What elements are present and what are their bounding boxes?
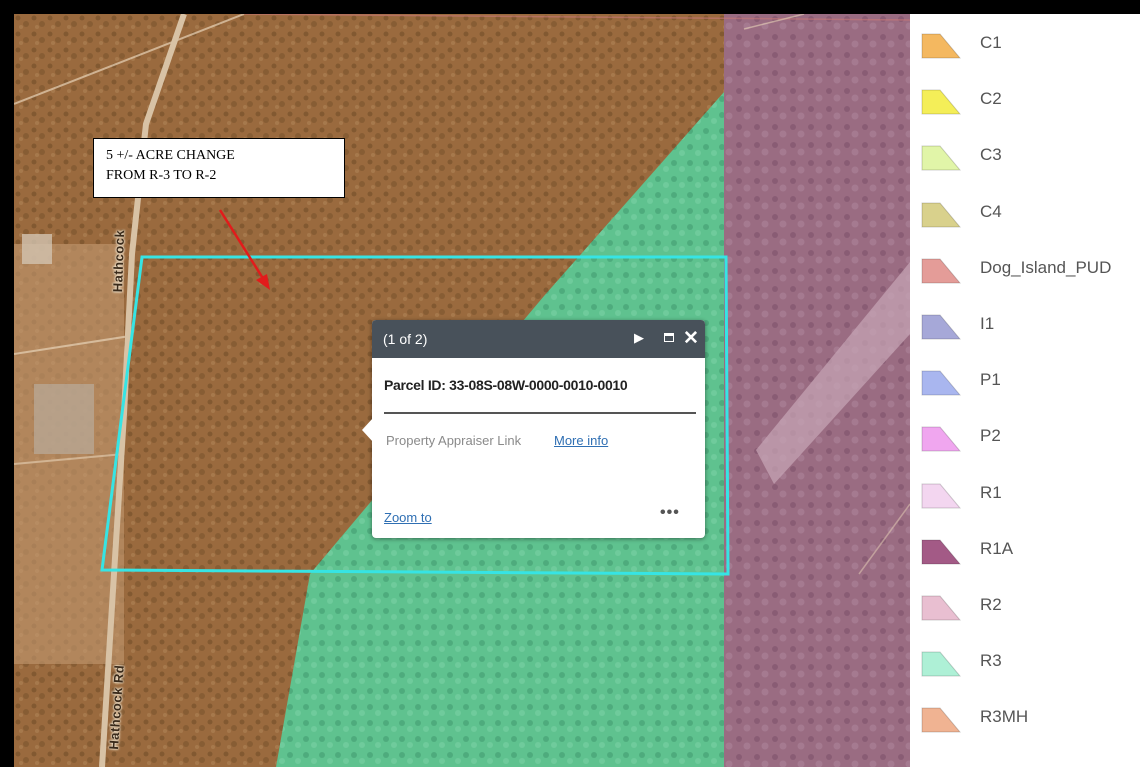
legend-swatch [921,89,962,115]
legend-swatch [921,651,962,677]
legend-item: P1 [920,361,1140,401]
legend-label: P2 [980,426,1001,446]
legend-item: C1 [920,24,1140,64]
annotation-line-1: 5 +/- ACRE CHANGE [106,148,235,163]
legend-label: R3 [980,651,1002,671]
legend-swatch [921,539,962,565]
legend-swatch [921,202,962,228]
maximize-icon[interactable] [664,333,674,342]
structure-roof [34,384,94,454]
legend-swatch [921,33,962,59]
legend-swatch-shape [921,314,962,340]
legend-swatch [921,595,962,621]
legend-swatch-shape [921,483,962,509]
legend-item: P2 [920,417,1140,457]
popup-title: Parcel ID: 33-08S-08W-0000-0010-0010 [384,377,628,393]
legend-swatch-shape [921,258,962,284]
legend-swatch-shape [921,33,962,59]
legend-item: Dog_Island_PUD [920,249,1140,289]
map-legend: C1 C2 C3 C4 Dog_Island_PUD I1 P1 P2 R1 R1A R2 R3 R3M… [914,14,1140,767]
legend-label: Dog_Island_PUD [980,257,1112,277]
legend-swatch-shape [921,89,962,115]
property-appraiser-label: Property Appraiser Link [386,433,522,448]
legend-label: P1 [980,370,1001,390]
legend-item: C3 [920,136,1140,176]
legend-item: C4 [920,193,1140,233]
popup-pointer [362,418,373,442]
legend-label: C3 [980,145,1002,165]
legend-swatch-shape [921,651,962,677]
legend-swatch-shape [921,370,962,396]
frame-left-border [0,0,14,767]
legend-swatch-shape [921,595,962,621]
legend-item: I1 [920,305,1140,345]
close-icon[interactable]: ✕ [683,327,699,350]
legend-label: R1A [980,538,1014,558]
legend-label: C2 [980,89,1002,109]
legend-label: R2 [980,595,1002,614]
legend-item: R3MH [920,698,1140,738]
legend-swatch [921,707,962,733]
legend-item: C2 [920,80,1140,120]
map-view[interactable]: Hathcock Hathcock Rd 5 +/- ACRE CHANGE F… [14,14,910,767]
legend-swatch-shape [921,145,962,171]
legend-item: R1A [920,530,1140,570]
popup-divider [384,412,696,414]
annotation-line-2: FROM R-3 TO R-2 [106,168,217,183]
legend-swatch [921,426,962,452]
legend-item: R3 [920,642,1140,682]
feature-popup: (1 of 2) ▶ ✕ Parcel ID: 33-08S-08W-0000-… [362,320,705,538]
popup-header: (1 of 2) ▶ ✕ [372,320,705,358]
legend-swatch [921,145,962,171]
legend-label: R3MH [980,707,1029,727]
annotation-callout: 5 +/- ACRE CHANGE FROM R-3 TO R-2 [93,138,345,198]
frame-top-border [0,0,1140,14]
legend-label: C1 [980,33,1002,52]
legend-label: C4 [980,201,1002,221]
legend-swatch [921,258,962,284]
zoom-to-link[interactable]: Zoom to [384,510,432,525]
road-label-hathcock: Hathcock [110,229,128,293]
legend-swatch-shape [921,202,962,228]
next-feature-icon[interactable]: ▶ [634,330,644,346]
legend-swatch [921,483,962,509]
popup-feature-count: (1 of 2) [383,331,428,347]
legend-swatch [921,370,962,396]
more-info-link[interactable]: More info [554,433,608,448]
legend-swatch-shape [921,539,962,565]
more-actions-icon[interactable]: ••• [660,504,680,522]
legend-item: R1 [920,474,1140,514]
legend-label: I1 [980,314,995,333]
legend-swatch-shape [921,707,962,733]
legend-swatch [921,314,962,340]
structure-roof-2 [22,234,52,264]
legend-swatch-shape [921,426,962,452]
legend-label: R1 [980,482,1002,502]
legend-item: R2 [920,586,1140,626]
